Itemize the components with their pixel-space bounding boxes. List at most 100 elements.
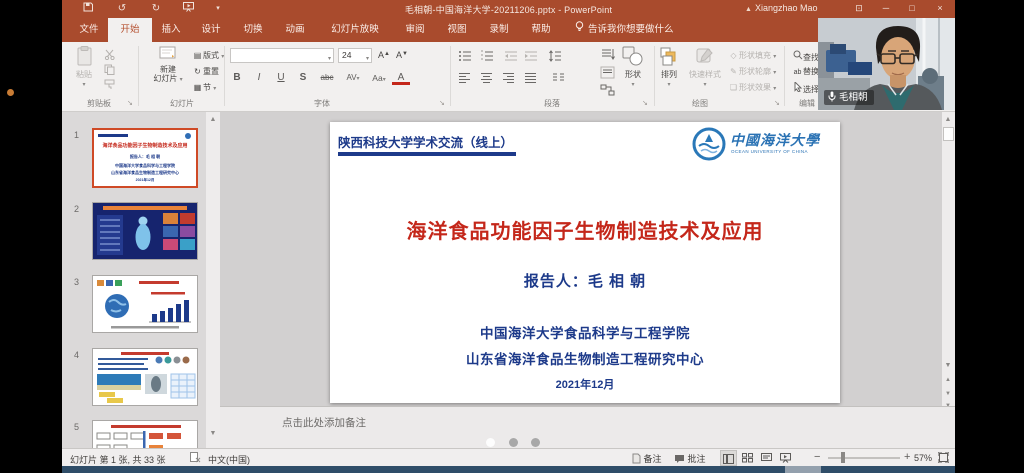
shapes-button[interactable]: 形状▾ (617, 46, 649, 90)
notes-placeholder[interactable]: 点击此处添加备注 (282, 415, 366, 430)
thumb-scroll-up-icon[interactable]: ▲ (207, 114, 219, 126)
font-name-combo[interactable]: ▾ (230, 48, 334, 63)
recording-indicator-dot (7, 89, 14, 96)
shape-effects-button[interactable]: ❏形状效果 ▾ (728, 82, 776, 93)
tab-help[interactable]: 帮助 (520, 18, 562, 42)
tab-animations[interactable]: 动画 (274, 18, 316, 42)
find-button[interactable]: 查找 (792, 50, 819, 63)
scroll-down-icon[interactable]: ▼ (942, 360, 954, 372)
italic-button[interactable]: I (250, 70, 268, 86)
slide-org-line1[interactable]: 中国海洋大学食品科学与工程学院 (330, 322, 840, 342)
ribbon-display-options-icon[interactable]: ⊡ (851, 2, 867, 16)
thumbnail-slide-3[interactable] (92, 275, 198, 333)
tab-file[interactable]: 文件 (70, 18, 108, 42)
zoom-slider-track[interactable] (828, 457, 900, 459)
quick-styles-button[interactable]: 快速样式▾ (687, 46, 723, 90)
maximize-icon[interactable]: □ (904, 2, 920, 16)
notes-pane[interactable]: 点击此处添加备注 (220, 406, 955, 448)
font-color-button[interactable]: A (392, 72, 410, 85)
columns-icon[interactable] (552, 72, 568, 86)
spellcheck-icon[interactable] (190, 452, 201, 465)
zoom-slider-thumb[interactable] (841, 452, 845, 463)
convert-smartart-icon[interactable] (600, 84, 616, 98)
slide-sorter-view-button[interactable] (739, 450, 756, 466)
thumb-scroll-down-icon[interactable]: ▼ (207, 428, 219, 440)
reading-view-button[interactable] (758, 450, 775, 466)
previous-slide-icon[interactable]: ▲▲ (942, 374, 954, 386)
align-left-icon[interactable] (458, 72, 474, 86)
tab-review[interactable]: 审阅 (394, 18, 436, 42)
next-slide-icon[interactable]: ▼▼ (942, 388, 954, 400)
text-direction-icon[interactable] (600, 48, 616, 62)
main-scrollbar[interactable]: ▲ ▼ ▲▲ ▼▼ (942, 112, 955, 406)
bullets-icon[interactable] (458, 50, 474, 64)
thumbnail-slide-5[interactable] (92, 420, 198, 448)
justify-icon[interactable] (524, 72, 540, 86)
align-right-icon[interactable] (502, 72, 518, 86)
tab-home[interactable]: 开始 (108, 18, 152, 42)
decrease-indent-icon[interactable] (504, 50, 520, 64)
format-painter-icon[interactable] (104, 79, 120, 93)
shape-fill-button[interactable]: ◇形状填充 ▾ (728, 50, 776, 61)
tab-record[interactable]: 录制 (478, 18, 520, 42)
close-icon[interactable]: × (932, 2, 948, 16)
shape-outline-button[interactable]: ✎形状轮廓 ▾ (728, 66, 776, 77)
slide-date[interactable]: 2021年12月 (330, 376, 840, 392)
zoom-percent[interactable]: 57% (914, 453, 932, 463)
font-dialog-launcher-icon[interactable]: ↘ (439, 99, 445, 107)
reset-button[interactable]: ↻重置 (192, 66, 219, 77)
comments-toggle[interactable]: 批注 (674, 452, 706, 465)
slide-canvas[interactable]: 陕西科技大学学术交流（线上） 中國海洋大學 OCEAN UNIVERSITY O… (330, 122, 840, 403)
grow-font-icon[interactable]: A▲ (378, 50, 390, 60)
tab-design[interactable]: 设计 (190, 18, 232, 42)
increase-indent-icon[interactable] (524, 50, 540, 64)
zoom-in-icon[interactable]: + (904, 451, 910, 463)
thumbnail-slide-4[interactable] (92, 348, 198, 406)
language-indicator[interactable]: 中文(中国) (208, 453, 250, 466)
minimize-icon[interactable]: ─ (878, 2, 894, 16)
section-button[interactable]: ▦节 ▾ (192, 82, 216, 93)
shadow-button[interactable]: S (294, 70, 312, 86)
copy-icon[interactable] (104, 64, 120, 78)
webcam-video-tile[interactable]: 毛相朝 (818, 18, 955, 110)
notes-toggle[interactable]: 备注 (632, 452, 662, 465)
thumbnail-slide-1[interactable]: 海洋食品功能因子生物制造技术及应用 报告人：毛 相 朝 中国海洋大学食品科学与工… (92, 128, 198, 188)
strikethrough-button[interactable]: abc (316, 70, 338, 86)
character-spacing-button[interactable]: AV▾ (342, 70, 364, 86)
font-size-combo[interactable]: 24▾ (338, 48, 372, 63)
bold-button[interactable]: B (228, 70, 246, 86)
slide-org-line2[interactable]: 山东省海洋食品生物制造工程研究中心 (330, 348, 840, 368)
underline-button[interactable]: U (272, 70, 290, 86)
layout-button[interactable]: ▤版式 ▾ (192, 50, 224, 61)
thumbnail-scrollbar[interactable]: ▲ ▼ (206, 112, 220, 448)
new-slide-button[interactable]: 新建幻灯片 ▾ (148, 46, 188, 85)
shrink-font-icon[interactable]: A▼ (396, 50, 408, 60)
paragraph-dialog-launcher-icon[interactable]: ↘ (642, 99, 648, 107)
align-center-icon[interactable] (480, 72, 496, 86)
scroll-up-icon[interactable]: ▲ (942, 114, 954, 126)
tab-slideshow[interactable]: 幻灯片放映 (316, 18, 394, 42)
slide-presenter[interactable]: 报告人：毛 相 朝 (330, 270, 840, 291)
account-name[interactable]: ▲Xiangzhao Mao (745, 3, 817, 13)
tab-transitions[interactable]: 切换 (232, 18, 274, 42)
scrollbar-thumb[interactable] (943, 127, 954, 141)
arrange-button[interactable]: 排列▾ (653, 46, 685, 90)
align-text-vertical-icon[interactable] (600, 66, 616, 80)
normal-view-button[interactable] (720, 450, 737, 466)
change-case-button[interactable]: Aa▾ (368, 70, 390, 86)
slide-header-text[interactable]: 陕西科技大学学术交流（线上） (338, 132, 513, 151)
tellme-box[interactable]: 告诉我你想要做什么 (574, 18, 674, 42)
line-spacing-icon[interactable] (548, 50, 564, 64)
thumbnail-slide-2[interactable] (92, 202, 198, 260)
fit-to-window-icon[interactable] (938, 452, 949, 465)
cut-icon[interactable] (104, 49, 120, 63)
tab-view[interactable]: 视图 (436, 18, 478, 42)
select-button[interactable]: 选择 (792, 82, 819, 95)
clipboard-dialog-launcher-icon[interactable]: ↘ (127, 99, 133, 107)
zoom-out-icon[interactable]: − (814, 451, 820, 463)
slideshow-view-button[interactable] (777, 450, 794, 466)
slide-title[interactable]: 海洋食品功能因子生物制造技术及应用 (330, 215, 840, 244)
tab-insert[interactable]: 插入 (152, 18, 190, 42)
paste-button[interactable]: 粘贴▾ (70, 46, 98, 90)
numbering-icon[interactable] (480, 50, 496, 64)
